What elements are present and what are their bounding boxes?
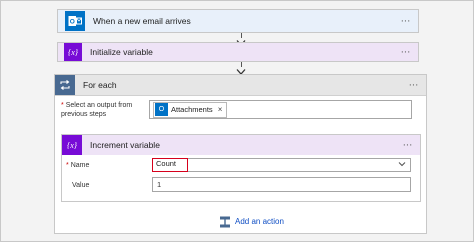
add-action-label: Add an action	[235, 217, 284, 226]
initialize-variable-title: Initialize variable	[90, 47, 153, 57]
variable-icon: {x}	[64, 43, 82, 61]
trigger-more-menu[interactable]: ···	[401, 15, 411, 27]
increment-more-menu[interactable]: ···	[403, 139, 413, 151]
outlook-icon: O	[65, 11, 85, 31]
increment-variable-header[interactable]: {x} Increment variable ···	[62, 135, 420, 155]
increment-variable-card: {x} Increment variable ··· * Name Count …	[61, 134, 421, 202]
trigger-title: When a new email arrives	[93, 16, 191, 26]
for-each-header[interactable]: For each ···	[55, 75, 426, 96]
name-label: * Name	[66, 162, 90, 169]
name-value: Count	[152, 158, 188, 172]
chevron-down-icon[interactable]	[398, 160, 406, 170]
trigger-card[interactable]: O When a new email arrives ···	[57, 9, 419, 33]
initialize-more-menu[interactable]: ···	[401, 46, 411, 58]
select-output-label: * Select an output from previous steps	[61, 102, 133, 118]
value-input[interactable]: 1	[152, 177, 411, 192]
initialize-variable-card[interactable]: {x} Initialize variable ···	[57, 42, 419, 62]
loop-icon	[55, 75, 75, 95]
value-label: Value	[72, 182, 90, 189]
add-action-icon	[218, 215, 231, 228]
outlook-icon: O	[155, 103, 168, 116]
for-each-title: For each	[83, 80, 117, 90]
remove-token-icon[interactable]: ×	[218, 105, 223, 114]
variable-icon: {x}	[62, 135, 82, 155]
select-output-field[interactable]: O Attachments ×	[149, 100, 412, 119]
for-each-container: For each ··· * Select an output from pre…	[54, 74, 427, 234]
add-action-button[interactable]: Add an action	[218, 215, 284, 228]
name-dropdown[interactable]: Count	[152, 158, 411, 172]
attachments-token[interactable]: O Attachments ×	[153, 101, 228, 118]
increment-variable-title: Increment variable	[90, 140, 160, 150]
value-input-text: 1	[157, 180, 162, 189]
svg-text:O: O	[70, 19, 75, 26]
for-each-more-menu[interactable]: ···	[409, 79, 419, 91]
attachments-token-label: Attachments	[171, 105, 213, 114]
